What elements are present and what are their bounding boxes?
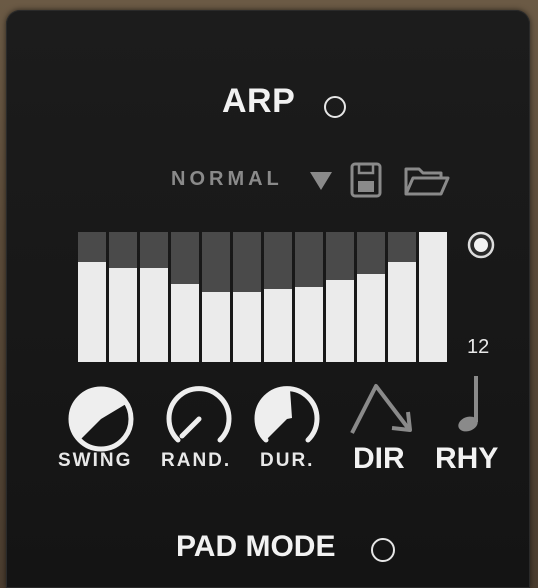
rand-label: RAND. [161, 450, 232, 471]
direction-icon[interactable] [348, 378, 422, 438]
step-bar-level [357, 274, 385, 362]
save-icon[interactable] [349, 161, 383, 199]
step-bar[interactable] [295, 232, 323, 362]
step-bar[interactable] [202, 232, 230, 362]
step-bar-level [140, 268, 168, 362]
step-bar[interactable] [171, 232, 199, 362]
dropdown-arrow-icon[interactable] [310, 172, 332, 190]
step-bar-level [264, 289, 292, 362]
arp-panel: ARP NORMAL 12 SWING RAND. DUR. DIR RHY P… [6, 10, 530, 588]
step-bar-level [388, 262, 416, 362]
rand-knob[interactable] [162, 382, 236, 456]
step-bar[interactable] [326, 232, 354, 362]
step-bar[interactable] [140, 232, 168, 362]
arp-title: ARP [222, 82, 296, 120]
step-bar[interactable] [388, 232, 416, 362]
step-bar[interactable] [78, 232, 106, 362]
step-bar[interactable] [233, 232, 261, 362]
swing-label: SWING [58, 450, 133, 471]
folder-icon[interactable] [403, 164, 451, 198]
step-bar[interactable] [109, 232, 137, 362]
step-bar-level [171, 284, 199, 362]
dur-label: DUR. [260, 450, 315, 471]
step-bar[interactable] [419, 232, 447, 362]
radio-icon[interactable] [466, 230, 496, 260]
step-bar-level [233, 292, 261, 362]
pad-mode-label: PAD MODE [176, 530, 336, 563]
step-bar-level [202, 292, 230, 362]
step-sequencer[interactable] [78, 232, 447, 362]
rhy-label: RHY [435, 442, 499, 475]
step-bar-level [419, 232, 447, 362]
step-bar[interactable] [264, 232, 292, 362]
quarter-note-icon[interactable] [452, 372, 486, 436]
preset-name[interactable]: NORMAL [171, 168, 283, 191]
dir-label: DIR [353, 442, 405, 475]
steps-count: 12 [467, 336, 490, 358]
step-bar-level [109, 268, 137, 362]
swing-knob[interactable] [64, 382, 138, 456]
step-bar[interactable] [357, 232, 385, 362]
dur-knob[interactable] [250, 382, 324, 456]
step-bar-level [326, 280, 354, 362]
step-bar-level [78, 262, 106, 362]
arp-toggle[interactable] [324, 96, 346, 118]
pad-mode-toggle[interactable] [371, 538, 395, 562]
step-bar-level [295, 287, 323, 362]
